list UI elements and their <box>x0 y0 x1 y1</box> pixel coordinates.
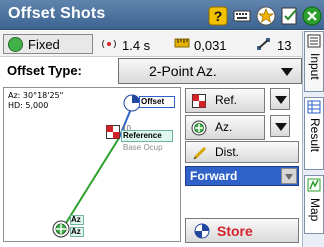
store-label: Store <box>217 223 253 239</box>
direction-dropdown-button[interactable] <box>281 168 297 184</box>
reference-label: Reference <box>121 130 173 142</box>
accuracy-value: 0,031 <box>194 38 227 53</box>
az-top-label: Az <box>70 215 84 225</box>
tab-map-label: Map <box>308 198 322 222</box>
tab-result[interactable]: Result <box>304 97 324 170</box>
satellite-count: 13 <box>277 38 292 53</box>
tab-result-label: Result <box>308 118 322 153</box>
fix-status: Fixed <box>3 34 93 54</box>
svg-text:?: ? <box>214 8 223 24</box>
dist-label: Dist. <box>215 145 239 159</box>
store-point-icon <box>194 223 210 239</box>
hidden-base-label: Base Ocup <box>123 143 163 152</box>
status-row: Fixed 1.4 s 0,031 13 <box>0 31 302 57</box>
direction-value: Forward <box>190 169 238 183</box>
az-label: Az. <box>215 120 233 134</box>
ref-button[interactable]: Ref. <box>185 88 265 113</box>
direction-select[interactable]: Forward <box>185 166 299 186</box>
offset-map[interactable]: Az: 30°18'25" HD: 5,000 Offset 10 Base O… <box>3 87 181 242</box>
store-button[interactable]: Store <box>185 218 299 243</box>
ruler-pencil-icon <box>193 146 207 160</box>
offset-label: Offset <box>139 96 175 108</box>
dist-button[interactable]: Dist. <box>185 141 299 163</box>
accuracy-icon <box>174 38 190 48</box>
close-icon[interactable] <box>302 6 322 26</box>
tab-map[interactable]: Map <box>304 175 324 234</box>
az-dropdown-button[interactable] <box>270 115 290 137</box>
az-point-icon <box>191 120 207 136</box>
offset-type-value: 2-Point Az. <box>149 63 217 79</box>
fix-text: Fixed <box>28 37 60 52</box>
input-icon <box>307 34 321 48</box>
favorite-icon[interactable] <box>256 6 276 26</box>
latency-value: 1.4 s <box>122 38 151 53</box>
keyboard-icon[interactable] <box>232 6 252 26</box>
ref-label: Ref. <box>215 93 238 107</box>
offset-type-select[interactable]: 2-Point Az. <box>118 58 302 84</box>
map-icon <box>307 178 321 192</box>
help-icon[interactable]: ? <box>208 6 228 26</box>
ref-dropdown-button[interactable] <box>270 88 290 110</box>
title-bar: Offset Shots ? <box>0 0 324 30</box>
az-point-icon <box>52 220 70 238</box>
reference-icon <box>192 94 206 108</box>
tab-input[interactable]: Input <box>304 31 324 92</box>
az-button[interactable]: Az. <box>185 115 265 140</box>
window-title: Offset Shots <box>8 5 106 22</box>
az-bottom-label: Az <box>70 227 84 237</box>
chevron-down-icon <box>281 68 293 76</box>
table-icon <box>307 100 321 114</box>
offset-type-label: Offset Type: <box>7 63 82 78</box>
checklist-icon[interactable] <box>280 6 300 26</box>
offset-geometry <box>60 103 134 232</box>
reference-icon <box>106 125 120 139</box>
fixed-icon <box>8 37 23 52</box>
tab-input-label: Input <box>308 53 322 80</box>
satellite-icon <box>257 38 270 50</box>
signal-icon <box>102 39 116 49</box>
side-tabs: Input Result Map <box>302 31 324 247</box>
